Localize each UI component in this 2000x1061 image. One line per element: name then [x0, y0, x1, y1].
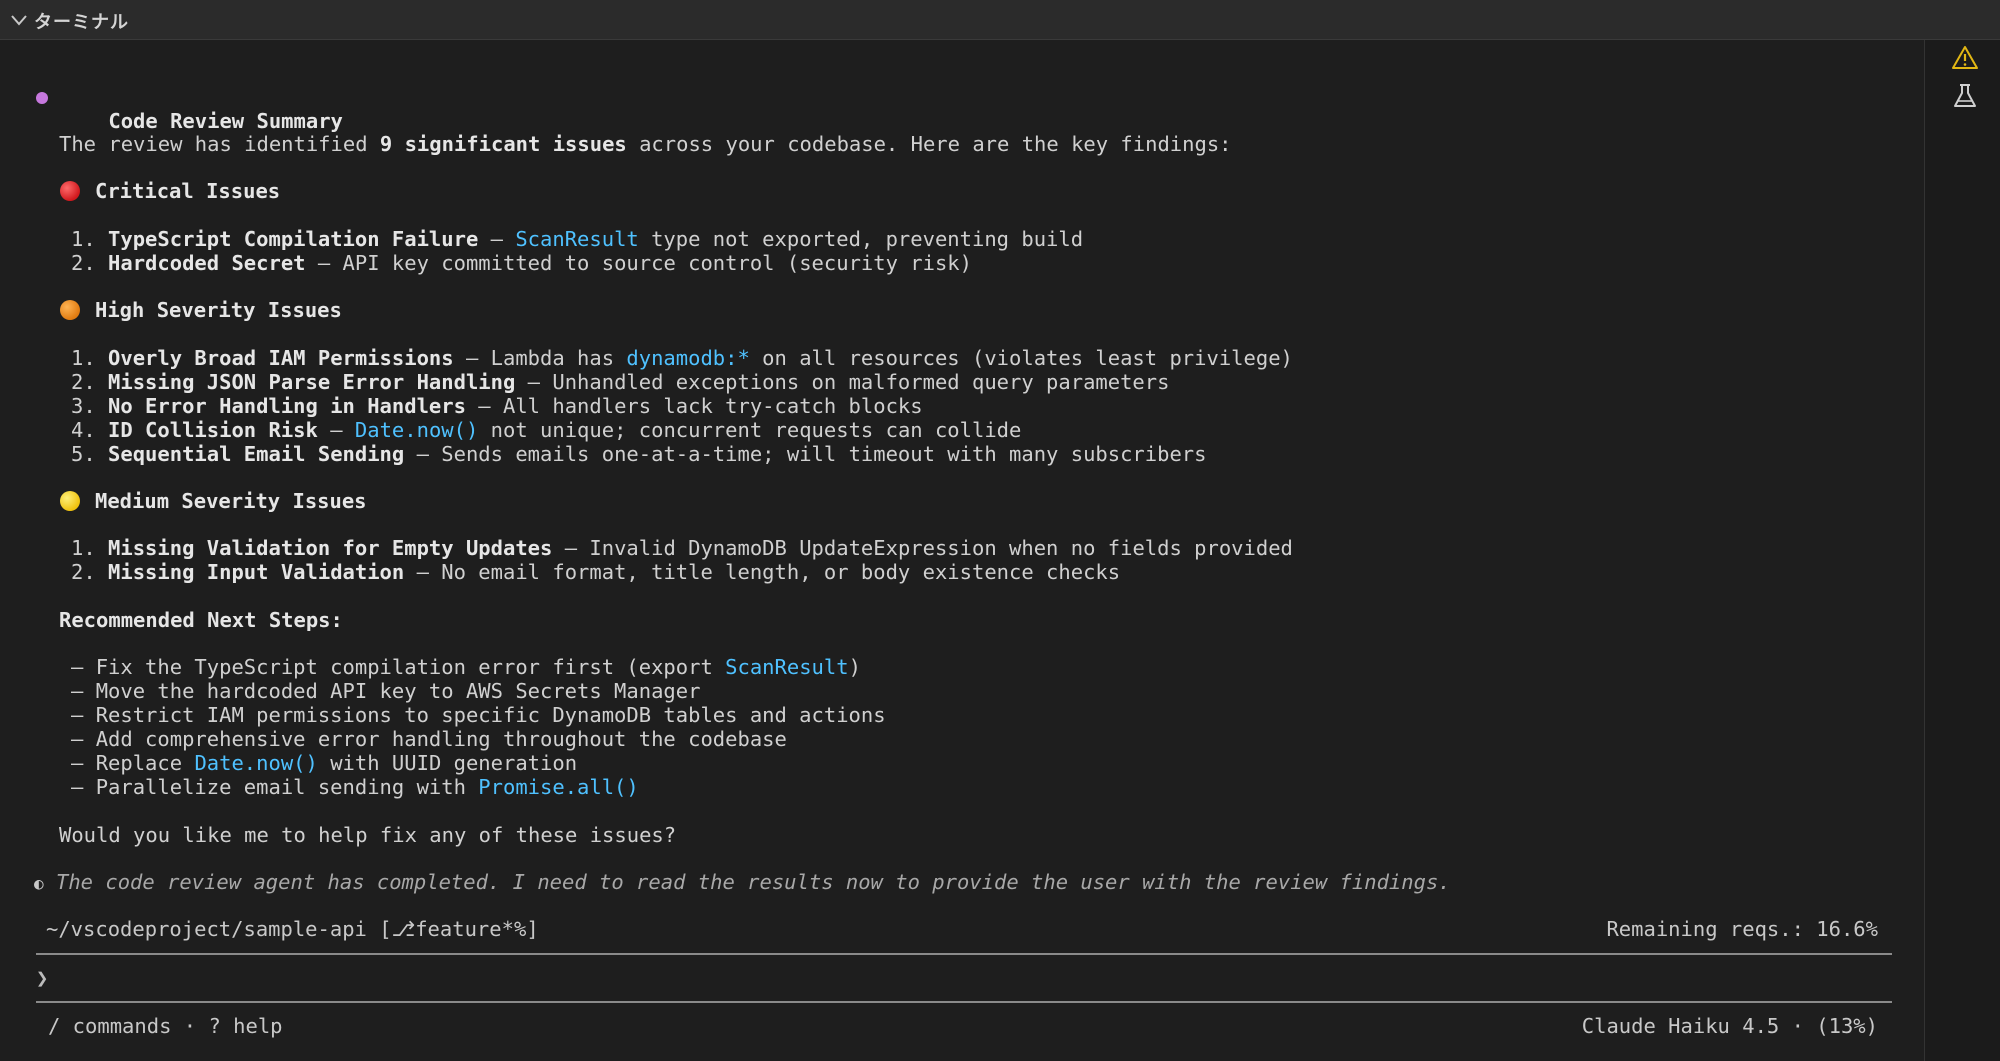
list-item: 1. Overly Broad IAM Permissions – Lambda… — [71, 346, 1293, 370]
critical-red-circle-icon — [60, 181, 80, 201]
commands-help-hint: / commands · ? help — [48, 1014, 283, 1038]
list-item: – Fix the TypeScript compilation error f… — [71, 655, 861, 679]
next-steps-title: Recommended Next Steps: — [59, 608, 343, 632]
summary-intro: The review has identified 9 significant … — [59, 132, 1232, 156]
list-item: 1. TypeScript Compilation Failure – Scan… — [71, 227, 1084, 251]
terminal-side-toolbar — [1924, 40, 2000, 1061]
summary-bullet-icon — [36, 92, 48, 104]
chevron-down-icon[interactable] — [10, 12, 28, 28]
high-section-title: High Severity Issues — [95, 298, 342, 322]
list-item: 2. Hardcoded Secret – API key committed … — [71, 251, 972, 275]
list-item: 1. Missing Validation for Empty Updates … — [71, 536, 1293, 560]
list-item: – Move the hardcoded API key to AWS Secr… — [71, 679, 701, 703]
thinking-line: ◐ The code review agent has completed. I… — [34, 870, 1451, 894]
divider — [36, 1001, 1892, 1003]
branch-icon: ⎇ — [391, 917, 416, 941]
half-circle-icon: ◐ — [34, 874, 44, 893]
medium-section-title: Medium Severity Issues — [95, 489, 367, 513]
model-indicator[interactable]: Claude Haiku 4.5 · (13%) — [1582, 1014, 1878, 1038]
remaining-requests: Remaining reqs.: 16.6% — [1606, 917, 1878, 941]
medium-yellow-circle-icon — [60, 491, 80, 511]
divider — [36, 953, 1892, 955]
flask-icon[interactable] — [1951, 82, 1979, 110]
list-item: 3. No Error Handling in Handlers – All h… — [71, 394, 923, 418]
branch-name: feature*% — [415, 917, 527, 941]
terminal-output[interactable]: Code Review Summary The review has ident… — [0, 40, 1924, 1061]
panel-title[interactable]: ターミナル — [34, 8, 129, 34]
warning-icon[interactable] — [1951, 44, 1979, 72]
list-item: 4. ID Collision Risk – Date.now() not un… — [71, 418, 1022, 442]
terminal-panel-header: ターミナル — [0, 0, 2000, 40]
cwd-path: ~/vscodeproject/sample-api [⎇feature*%] — [46, 917, 539, 941]
high-orange-circle-icon — [60, 300, 80, 320]
list-item: 5. Sequential Email Sending – Sends emai… — [71, 442, 1207, 466]
critical-section-title: Critical Issues — [95, 179, 281, 203]
prompt-symbol: ❯ — [36, 966, 49, 990]
list-item: – Add comprehensive error handling throu… — [71, 727, 787, 751]
list-item: – Replace Date.now() with UUID generatio… — [71, 751, 578, 775]
list-item: 2. Missing Input Validation – No email f… — [71, 560, 1121, 584]
prompt-input[interactable] — [60, 966, 1880, 990]
follow-up-question: Would you like me to help fix any of the… — [59, 823, 677, 847]
list-item: – Parallelize email sending with Promise… — [71, 775, 639, 799]
list-item: – Restrict IAM permissions to specific D… — [71, 703, 886, 727]
list-item: 2. Missing JSON Parse Error Handling – U… — [71, 370, 1170, 394]
